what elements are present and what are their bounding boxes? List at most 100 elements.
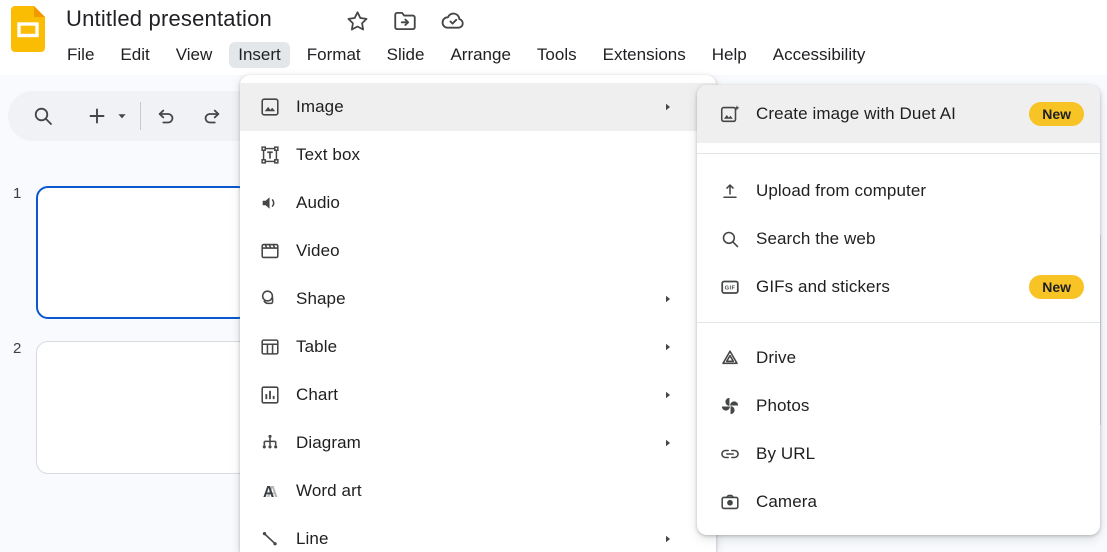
menubar-item-arrange[interactable]: Arrange — [441, 42, 519, 68]
menu-item-label: Table — [296, 337, 337, 357]
menu-item-label: Search the web — [756, 229, 876, 249]
slide-number: 1 — [13, 185, 21, 202]
menu-item-search-the-web[interactable]: Search the web — [697, 215, 1100, 263]
menu-item-photos[interactable]: Photos — [697, 382, 1100, 430]
text-box-icon — [258, 143, 282, 167]
submenu-arrow-icon — [662, 293, 674, 305]
menu-item-table[interactable]: Table — [240, 323, 716, 371]
google-slides-logo-icon[interactable] — [10, 6, 46, 52]
search-web-icon — [718, 227, 742, 251]
image-icon — [258, 95, 282, 119]
menu-item-label: Chart — [296, 385, 338, 405]
menu-item-label: Upload from computer — [756, 181, 926, 201]
google-slides-app: Untitled presentation File Edit View Insert… — [0, 0, 1107, 552]
audio-icon — [258, 191, 282, 215]
new-slide-button[interactable] — [84, 103, 110, 129]
slide-thumbnail-2[interactable] — [36, 341, 250, 474]
menu-item-label: Text box — [296, 145, 360, 165]
shape-icon — [258, 287, 282, 311]
cloud-check-icon[interactable] — [440, 8, 466, 34]
menu-item-label: Line — [296, 529, 329, 549]
camera-icon — [718, 490, 742, 514]
new-badge: New — [1029, 275, 1084, 299]
line-icon — [258, 527, 282, 551]
menu-item-label: Word art — [296, 481, 362, 501]
menu-item-camera[interactable]: Camera — [697, 478, 1100, 526]
move-folder-icon[interactable] — [392, 8, 418, 34]
gif-icon: GIF — [718, 275, 742, 299]
menu-item-video[interactable]: Video — [240, 227, 716, 275]
menu-item-label: Camera — [756, 492, 817, 512]
menubar-item-help[interactable]: Help — [703, 42, 756, 68]
menu-item-gifs-and-stickers[interactable]: GIF GIFs and stickers New — [697, 263, 1100, 311]
diagram-icon — [258, 431, 282, 455]
menu-item-upload-from-computer[interactable]: Upload from computer — [697, 167, 1100, 215]
menubar-item-tools[interactable]: Tools — [528, 42, 586, 68]
new-badge: New — [1029, 102, 1084, 126]
menu-item-word-art[interactable]: AA Word art — [240, 467, 716, 515]
title-action-icons — [344, 8, 466, 34]
submenu-arrow-icon — [662, 341, 674, 353]
menu-item-label: GIFs and stickers — [756, 277, 890, 297]
submenu-arrow-icon — [662, 389, 674, 401]
undo-button[interactable] — [153, 103, 179, 129]
menu-item-diagram[interactable]: Diagram — [240, 419, 716, 467]
menubar-item-format[interactable]: Format — [298, 42, 370, 68]
menu-divider — [697, 153, 1100, 154]
svg-text:GIF: GIF — [725, 286, 736, 292]
menu-item-audio[interactable]: Audio — [240, 179, 716, 227]
search-icon[interactable] — [30, 103, 56, 129]
svg-text:A: A — [263, 484, 274, 501]
menu-item-label: Diagram — [296, 433, 361, 453]
menu-item-text-box[interactable]: Text box — [240, 131, 716, 179]
toolbar-divider — [140, 102, 141, 130]
new-slide-caret-down-icon[interactable] — [114, 103, 130, 129]
menu-item-drive[interactable]: Drive — [697, 334, 1100, 382]
slide-number: 2 — [13, 340, 21, 357]
drive-icon — [718, 346, 742, 370]
insert-menu-dropdown: Image Text box Audio Video Shape Table Chart Di… — [240, 75, 716, 552]
word-art-icon: AA — [258, 479, 282, 503]
star-icon[interactable] — [344, 8, 370, 34]
menu-item-chart[interactable]: Chart — [240, 371, 716, 419]
submenu-arrow-icon — [662, 437, 674, 449]
menu-item-shape[interactable]: Shape — [240, 275, 716, 323]
menubar-item-accessibility[interactable]: Accessibility — [764, 42, 875, 68]
link-icon — [718, 442, 742, 466]
menu-item-by-url[interactable]: By URL — [697, 430, 1100, 478]
menu-item-label: Video — [296, 241, 340, 261]
menu-item-label: Create image with Duet AI — [756, 104, 956, 124]
video-icon — [258, 239, 282, 263]
menubar-item-view[interactable]: View — [167, 42, 222, 68]
slide-thumbnail-1[interactable] — [36, 186, 250, 319]
app-header: Untitled presentation File Edit View Insert… — [0, 0, 1107, 75]
menu-item-label: Audio — [296, 193, 340, 213]
menubar-item-edit[interactable]: Edit — [111, 42, 158, 68]
menu-item-label: Drive — [756, 348, 796, 368]
menubar-item-slide[interactable]: Slide — [378, 42, 434, 68]
menu-item-create-image-with-duet-ai[interactable]: Create image with Duet AI New — [697, 85, 1100, 143]
table-icon — [258, 335, 282, 359]
canvas-edge-hairline — [1100, 235, 1101, 425]
image-submenu: Create image with Duet AI New Upload from … — [697, 85, 1100, 535]
menu-divider — [697, 322, 1100, 323]
upload-icon — [718, 179, 742, 203]
submenu-arrow-icon — [662, 101, 674, 113]
submenu-arrow-icon — [662, 533, 674, 545]
menu-item-image[interactable]: Image — [240, 83, 716, 131]
menu-item-label: Image — [296, 97, 344, 117]
menu-item-label: Shape — [296, 289, 346, 309]
menubar: File Edit View Insert Format Slide Arrange Tool… — [58, 42, 874, 68]
menubar-item-insert[interactable]: Insert — [229, 42, 290, 68]
photos-icon — [718, 394, 742, 418]
chart-icon — [258, 383, 282, 407]
redo-button[interactable] — [199, 103, 225, 129]
menu-item-line[interactable]: Line — [240, 515, 716, 552]
menubar-item-file[interactable]: File — [58, 42, 103, 68]
menu-item-label: By URL — [756, 444, 815, 464]
document-title[interactable]: Untitled presentation — [66, 6, 272, 32]
toolbar — [8, 91, 264, 141]
menu-item-label: Photos — [756, 396, 810, 416]
create-image-ai-icon — [718, 102, 742, 126]
menubar-item-extensions[interactable]: Extensions — [594, 42, 695, 68]
